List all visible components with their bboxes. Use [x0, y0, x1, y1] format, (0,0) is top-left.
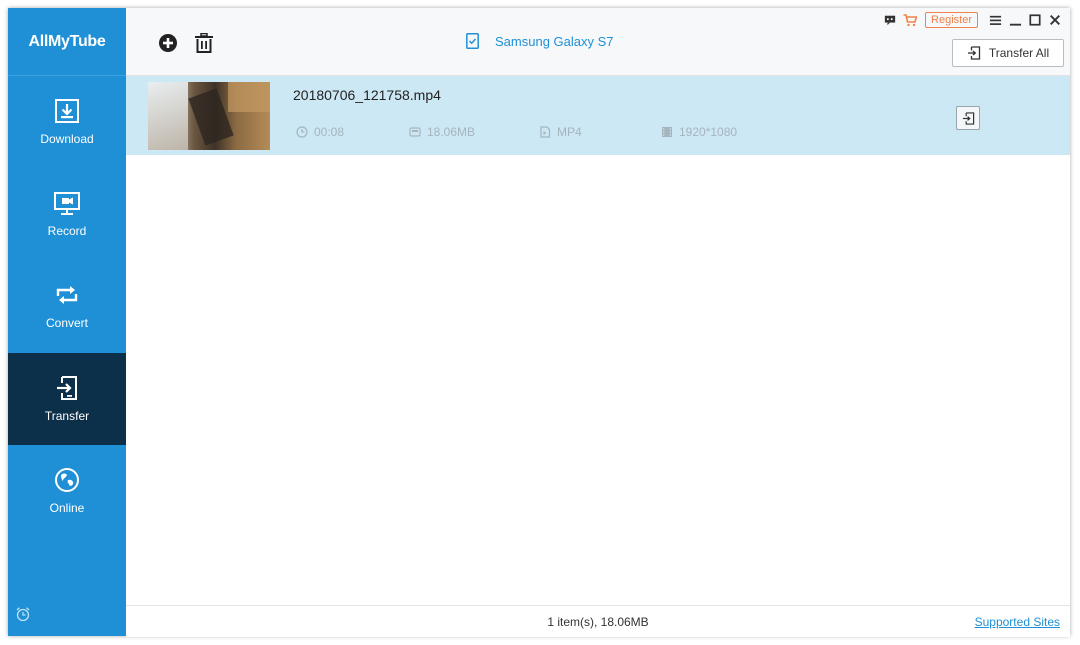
sidebar: AllMyTube Download Record Convert Transf…	[8, 8, 126, 636]
status-bar: 1 item(s), 18.06MB Supported Sites	[126, 605, 1070, 637]
hard-drive-icon	[409, 127, 421, 137]
feedback-icon[interactable]	[883, 13, 897, 27]
add-circle-icon[interactable]	[158, 33, 178, 53]
transfer-all-label: Transfer All	[988, 46, 1050, 60]
globe-icon	[55, 468, 79, 492]
sidebar-item-label: Download	[40, 132, 94, 146]
maximize-icon[interactable]	[1028, 13, 1042, 27]
supported-sites-link[interactable]: Supported Sites	[975, 615, 1060, 629]
transfer-icon	[967, 46, 981, 60]
sidebar-item-convert[interactable]: Convert	[8, 260, 126, 352]
alarm-clock-icon[interactable]	[15, 606, 31, 622]
item-summary: 1 item(s), 18.06MB	[547, 615, 649, 629]
clock-icon	[296, 126, 308, 138]
convert-icon	[56, 286, 78, 304]
sidebar-item-label: Record	[47, 224, 87, 238]
close-icon[interactable]	[1048, 13, 1062, 27]
register-button[interactable]: Register	[925, 12, 978, 28]
sidebar-item-label: Transfer	[44, 409, 90, 423]
file-icon	[540, 126, 551, 138]
toolbar: Samsung Galaxy S7 Register Transfer All	[126, 8, 1070, 76]
row-transfer-button[interactable]	[956, 106, 980, 130]
sidebar-item-transfer[interactable]: Transfer	[8, 353, 126, 445]
transfer-icon	[57, 376, 77, 400]
menu-icon[interactable]	[988, 13, 1002, 27]
connected-device: Samsung Galaxy S7	[466, 33, 614, 49]
table-row[interactable]: 20180706_121758.mp4 00:08 18.06MB MP4 19…	[126, 76, 1070, 155]
sidebar-item-label: Convert	[45, 316, 89, 330]
file-size: 18.06MB	[409, 125, 475, 139]
sidebar-item-record[interactable]: Record	[8, 168, 126, 260]
file-resolution: 1920*1080	[661, 125, 737, 139]
record-icon	[54, 192, 80, 215]
sidebar-item-download[interactable]: Download	[8, 76, 126, 168]
sidebar-item-online[interactable]: Online	[8, 445, 126, 537]
video-thumbnail	[148, 82, 270, 150]
cart-icon[interactable]	[903, 13, 918, 27]
app-window: AllMyTube Download Record Convert Transf…	[8, 8, 1070, 637]
device-name: Samsung Galaxy S7	[495, 33, 614, 49]
download-icon	[55, 99, 79, 123]
minimize-icon[interactable]	[1008, 13, 1022, 27]
file-duration: 00:08	[296, 125, 344, 139]
phone-check-icon	[466, 33, 479, 49]
trash-icon[interactable]	[194, 33, 214, 53]
film-icon	[662, 127, 672, 137]
file-format: MP4	[539, 125, 582, 139]
transfer-all-button[interactable]: Transfer All	[952, 39, 1064, 67]
file-name: 20180706_121758.mp4	[293, 87, 441, 103]
transfer-icon	[962, 111, 974, 125]
sidebar-item-label: Online	[49, 501, 85, 515]
window-controls: Register	[877, 12, 1062, 28]
app-logo: AllMyTube	[8, 8, 126, 76]
